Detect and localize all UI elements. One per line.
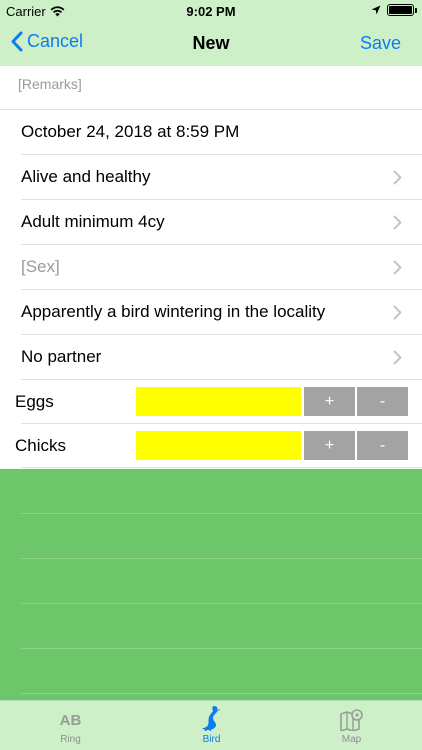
- date-label: October 24, 2018 at 8:59 PM: [21, 122, 240, 141]
- divider: [21, 513, 422, 514]
- tab-ring-label: Ring: [60, 734, 81, 745]
- divider: [21, 693, 422, 694]
- remarks-field[interactable]: [Remarks]: [0, 66, 422, 110]
- chevron-right-icon: [393, 215, 402, 230]
- chicks-value[interactable]: [136, 431, 301, 460]
- status-bar: Carrier 9:02 PM: [0, 0, 422, 22]
- divider: [21, 558, 422, 559]
- tab-bird-label: Bird: [202, 734, 221, 745]
- eggs-label: Eggs: [15, 392, 54, 411]
- chicks-decrement-button[interactable]: -: [357, 431, 408, 460]
- eggs-increment-button[interactable]: +: [304, 387, 355, 416]
- top-bar: Carrier 9:02 PM Cancel New Save: [0, 0, 422, 66]
- chicks-label: Chicks: [15, 436, 67, 455]
- tab-bar: AB Ring Bird Map: [0, 700, 422, 750]
- eggs-counter: Eggs + -: [0, 380, 422, 424]
- condition-row[interactable]: Alive and healthy: [0, 155, 422, 200]
- tab-map[interactable]: Map: [281, 701, 422, 750]
- chevron-right-icon: [393, 305, 402, 320]
- chicks-counter: Chicks + -: [0, 424, 422, 468]
- sex-label: [Sex]: [21, 257, 60, 276]
- location-arrow-icon: [371, 5, 381, 15]
- divider: [21, 648, 422, 649]
- partner-row[interactable]: No partner: [0, 335, 422, 380]
- map-pin-icon: [339, 709, 363, 731]
- heron-bird-icon: [201, 706, 221, 731]
- status-right: [371, 4, 417, 16]
- chevron-right-icon: [393, 350, 402, 365]
- tab-map-label: Map: [341, 734, 362, 745]
- divider: [21, 603, 422, 604]
- eggs-value[interactable]: [136, 387, 301, 416]
- eggs-decrement-button[interactable]: -: [357, 387, 408, 416]
- navigation-bar: Cancel New Save: [0, 22, 422, 66]
- battery-icon: [387, 4, 417, 16]
- bird-status-label: Apparently a bird wintering in the local…: [21, 302, 326, 321]
- partner-label: No partner: [21, 347, 102, 366]
- empty-list-area: [0, 469, 422, 700]
- form-list: [Remarks] October 24, 2018 at 8:59 PM Al…: [0, 66, 422, 468]
- tab-bird[interactable]: Bird: [141, 701, 282, 750]
- chevron-right-icon: [393, 260, 402, 275]
- chevron-right-icon: [393, 170, 402, 185]
- tab-ring[interactable]: AB Ring: [0, 701, 141, 750]
- age-row[interactable]: Adult minimum 4cy: [0, 200, 422, 245]
- age-label: Adult minimum 4cy: [21, 212, 165, 231]
- ab-text-icon: AB: [59, 712, 82, 729]
- condition-label: Alive and healthy: [21, 167, 151, 186]
- save-button[interactable]: Save: [360, 33, 401, 54]
- sex-row[interactable]: [Sex]: [0, 245, 422, 290]
- status-time: 9:02 PM: [186, 4, 236, 19]
- date-row[interactable]: October 24, 2018 at 8:59 PM: [0, 110, 422, 155]
- page-title: New: [192, 33, 230, 53]
- status-row[interactable]: Apparently a bird wintering in the local…: [0, 290, 422, 335]
- chicks-increment-button[interactable]: +: [304, 431, 355, 460]
